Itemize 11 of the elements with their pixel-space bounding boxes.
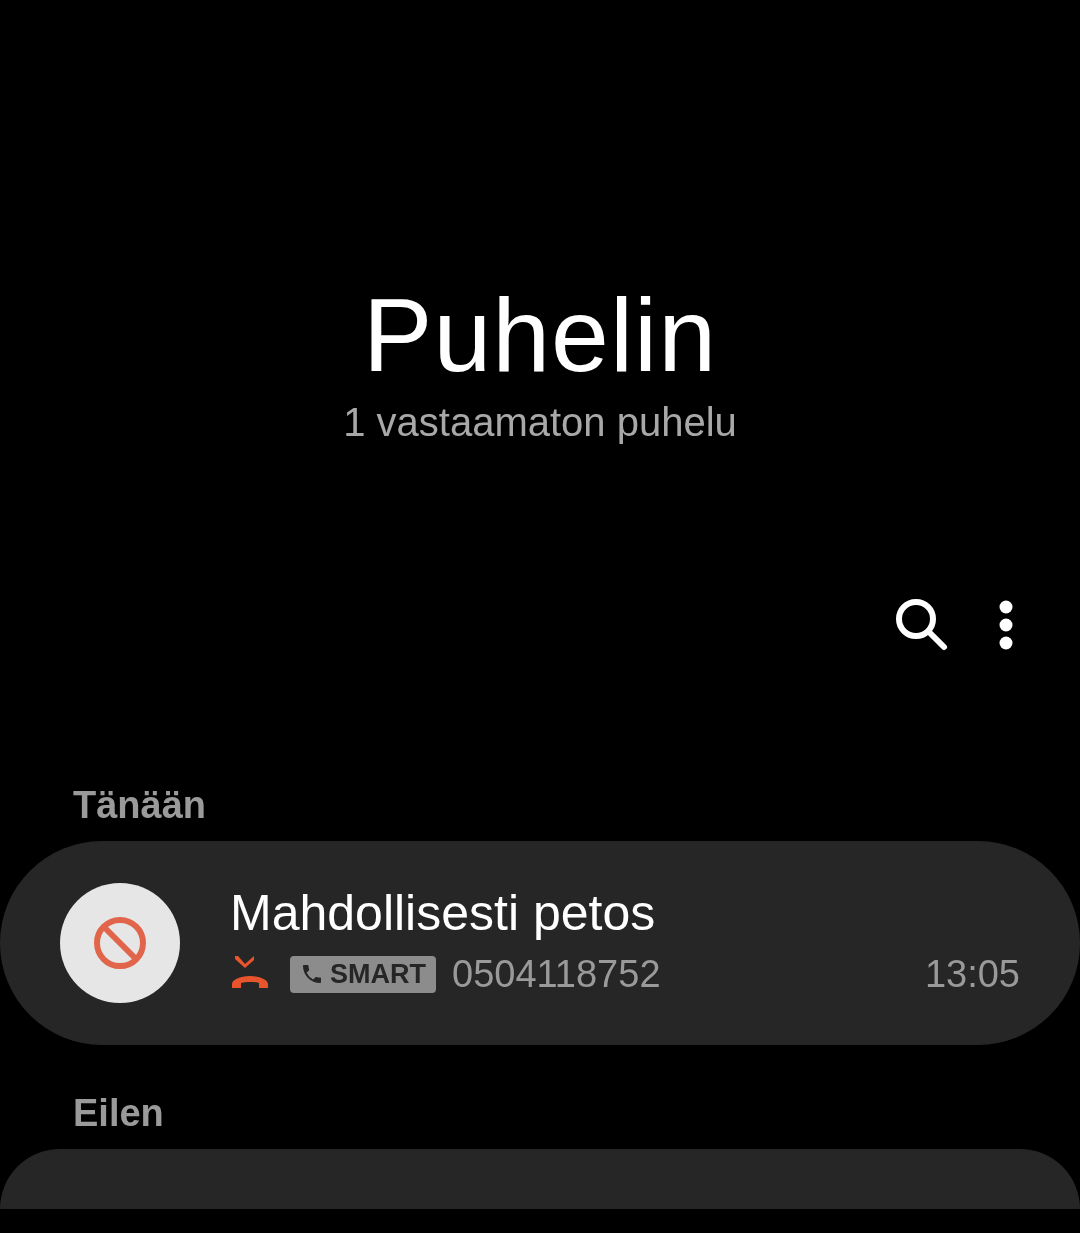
smart-call-tag: SMART xyxy=(290,955,436,993)
phone-number: 0504118752 xyxy=(452,952,661,996)
app-title: Puhelin xyxy=(363,278,717,393)
block-icon xyxy=(92,915,148,972)
call-time: 13:05 xyxy=(924,952,1020,996)
caller-name: Mahdollisesti petos xyxy=(230,884,657,943)
section-header: Tänään xyxy=(72,783,208,829)
call-log-entry[interactable]: Mahdollisesti petos SMART 0504118752 13:05 xyxy=(0,841,1080,1046)
more-options-icon[interactable] xyxy=(998,600,1014,651)
missed-calls-subtitle: 1 vastaamaton puhelu xyxy=(343,400,737,446)
section-header: Eilen xyxy=(72,1091,165,1137)
